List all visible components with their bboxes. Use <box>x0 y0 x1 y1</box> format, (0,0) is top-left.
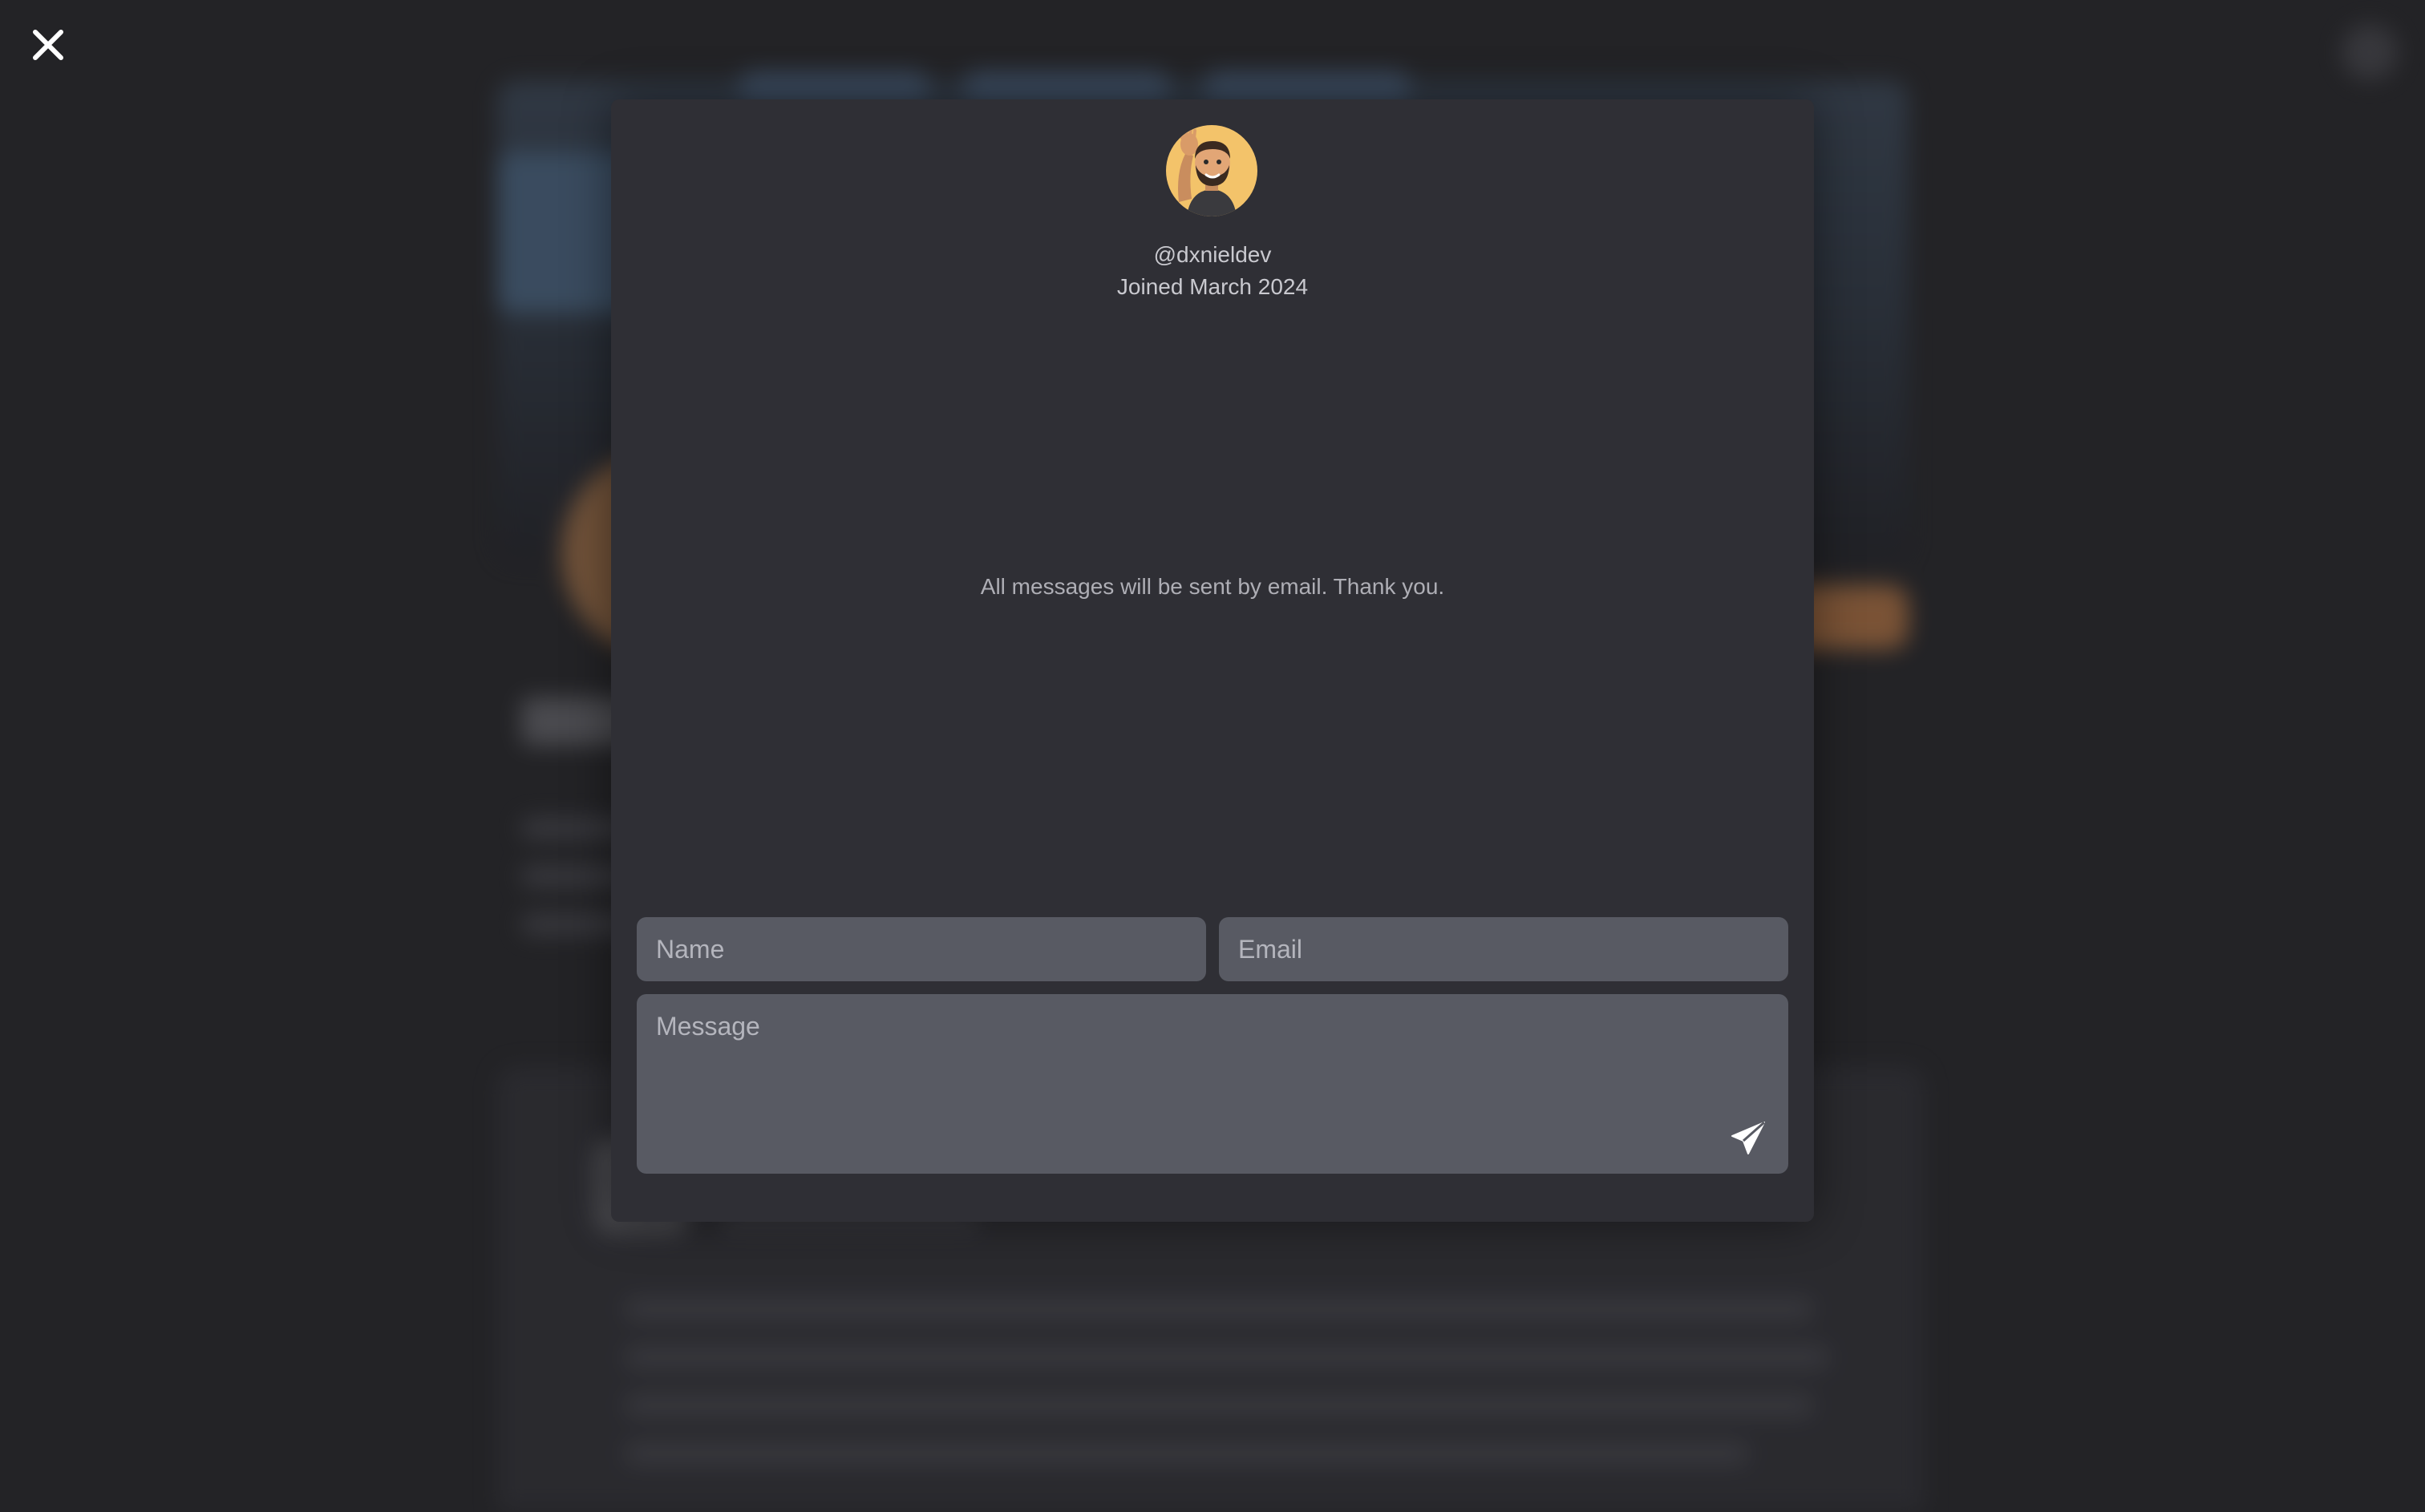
email-input[interactable] <box>1219 917 1788 981</box>
background-line <box>625 1395 1812 1416</box>
message-input[interactable] <box>637 994 1788 1174</box>
close-icon <box>33 30 63 60</box>
background-line <box>625 1299 1812 1320</box>
background-corner-button <box>2342 24 2398 80</box>
email-notice: All messages will be sent by email. Than… <box>980 574 1445 599</box>
name-input[interactable] <box>637 917 1206 981</box>
profile-avatar <box>1166 125 1257 216</box>
joined-date: Joined March 2024 <box>1116 274 1309 299</box>
contact-modal: @dxnieldev Joined March 2024 All message… <box>611 99 1814 1222</box>
memoji-waving-icon <box>1178 126 1237 216</box>
profile-handle: @dxnieldev <box>1153 242 1272 267</box>
close-button[interactable] <box>22 19 74 71</box>
send-button[interactable] <box>1727 1118 1769 1159</box>
send-icon <box>1731 1121 1765 1154</box>
background-line <box>625 1443 1748 1464</box>
background-line <box>625 1347 1828 1368</box>
